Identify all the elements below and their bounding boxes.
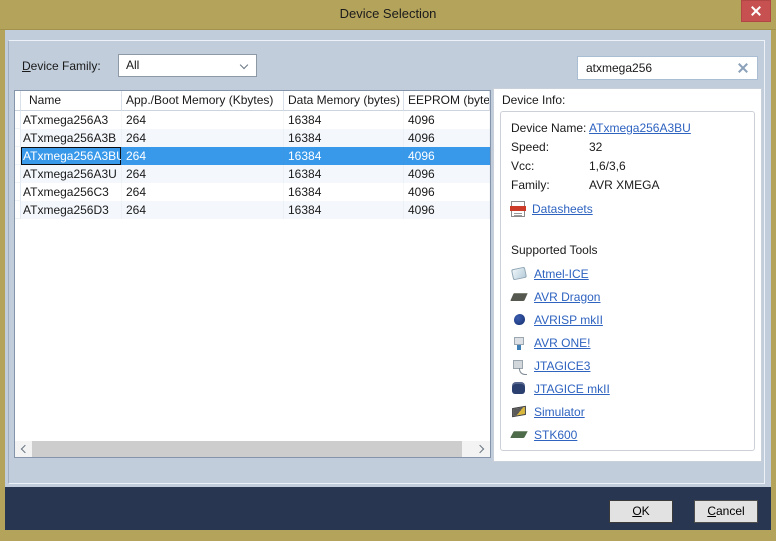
device-info-title: Device Info: bbox=[502, 93, 565, 107]
device-name-cell: ATxmega256A3B bbox=[21, 129, 122, 147]
jtagice3-link[interactable]: JTAGICE3 bbox=[534, 359, 590, 373]
device-name-cell: ATxmega256C3 bbox=[21, 183, 122, 201]
column-header-name[interactable]: Name bbox=[21, 91, 122, 111]
simulator-link[interactable]: Simulator bbox=[534, 405, 585, 419]
close-button[interactable] bbox=[741, 0, 771, 22]
device-table-header: Name App./Boot Memory (Kbytes) Data Memo… bbox=[15, 91, 490, 111]
avrisp-mkii-icon bbox=[511, 313, 528, 327]
tool-item: JTAGICE mkII bbox=[511, 380, 754, 397]
column-header-app-boot-memory[interactable]: App./Boot Memory (Kbytes) bbox=[122, 91, 284, 111]
clear-search-icon[interactable] bbox=[738, 63, 748, 73]
device-name-link[interactable]: ATxmega256A3BU bbox=[589, 120, 691, 139]
device-table: Name App./Boot Memory (Kbytes) Data Memo… bbox=[14, 90, 491, 458]
datasheets-row: Datasheets bbox=[511, 200, 754, 218]
supported-tools-list: Atmel-ICE AVR Dragon AVRISP mkII AVR ONE… bbox=[511, 265, 754, 443]
titlebar[interactable]: Device Selection bbox=[0, 0, 776, 30]
device-info-panel: Device Info: Device Name: ATxmega256A3BU… bbox=[493, 88, 762, 462]
avr-dragon-link[interactable]: AVR Dragon bbox=[534, 290, 600, 304]
table-row[interactable]: ATxmega256A3 264 16384 4096 bbox=[15, 111, 490, 129]
device-family-label: Device Family: bbox=[22, 59, 101, 73]
stk600-icon bbox=[511, 428, 528, 442]
atmel-ice-icon bbox=[511, 267, 528, 281]
table-row[interactable]: ATxmega256A3B 264 16384 4096 bbox=[15, 129, 490, 147]
footer-bar: OK Cancel bbox=[5, 487, 771, 530]
avr-dragon-icon bbox=[511, 290, 528, 304]
device-name-cell: ATxmega256A3 bbox=[21, 111, 122, 129]
datasheets-link[interactable]: Datasheets bbox=[532, 202, 593, 216]
device-search-box bbox=[577, 56, 758, 80]
jtagice-mkii-icon bbox=[511, 382, 528, 396]
ok-button[interactable]: OK bbox=[609, 500, 673, 523]
device-info-box: Device Name: ATxmega256A3BU Speed: 32 Vc… bbox=[500, 111, 755, 451]
tool-item: STK600 bbox=[511, 426, 754, 443]
jtagice-mkii-link[interactable]: JTAGICE mkII bbox=[534, 382, 610, 396]
tool-item: JTAGICE3 bbox=[511, 357, 754, 374]
device-name-cell: ATxmega256A3U bbox=[21, 165, 122, 183]
vcc-field: Vcc: 1,6/3,6 bbox=[511, 158, 754, 177]
table-row-selected[interactable]: ATxmega256A3BU 264 16384 4096 bbox=[15, 147, 490, 165]
atmel-ice-link[interactable]: Atmel-ICE bbox=[534, 267, 589, 281]
jtagice3-icon bbox=[511, 359, 528, 373]
close-icon bbox=[751, 6, 761, 16]
family-field: Family: AVR XMEGA bbox=[511, 177, 754, 196]
stk600-link[interactable]: STK600 bbox=[534, 428, 577, 442]
scroll-left-arrow-icon[interactable] bbox=[15, 441, 32, 457]
device-name-cell: ATxmega256A3BU bbox=[21, 147, 122, 165]
column-header-eeprom[interactable]: EEPROM (bytes) bbox=[404, 91, 490, 111]
tool-item: Atmel-ICE bbox=[511, 265, 754, 282]
cancel-button[interactable]: Cancel bbox=[694, 500, 758, 523]
avrisp-mkii-link[interactable]: AVRISP mkII bbox=[534, 313, 603, 327]
table-row[interactable]: ATxmega256C3 264 16384 4096 bbox=[15, 183, 490, 201]
chevron-down-icon bbox=[240, 61, 248, 69]
tool-item: Simulator bbox=[511, 403, 754, 420]
device-name-cell: ATxmega256D3 bbox=[21, 201, 122, 219]
avr-one-link[interactable]: AVR ONE! bbox=[534, 336, 590, 350]
tool-item: AVR ONE! bbox=[511, 334, 754, 351]
scroll-right-arrow-icon[interactable] bbox=[473, 441, 490, 457]
tool-item: AVRISP mkII bbox=[511, 311, 754, 328]
dialog-body: Device Family: All Name App./Boot Memory… bbox=[5, 30, 771, 530]
table-row[interactable]: ATxmega256D3 264 16384 4096 bbox=[15, 201, 490, 219]
avr-one-icon bbox=[511, 336, 528, 350]
horizontal-scrollbar[interactable] bbox=[15, 441, 490, 457]
scrollbar-thumb[interactable] bbox=[32, 441, 462, 457]
simulator-icon bbox=[511, 405, 528, 419]
pdf-icon bbox=[511, 201, 525, 217]
column-header-data-memory[interactable]: Data Memory (bytes) bbox=[284, 91, 404, 111]
tool-item: AVR Dragon bbox=[511, 288, 754, 305]
device-selection-dialog: Device Selection Device Family: All Name… bbox=[0, 0, 776, 541]
dialog-title: Device Selection bbox=[0, 0, 776, 28]
supported-tools-label: Supported Tools bbox=[511, 243, 754, 259]
device-search-input[interactable] bbox=[578, 57, 733, 79]
device-family-dropdown[interactable]: All bbox=[118, 54, 257, 77]
speed-field: Speed: 32 bbox=[511, 139, 754, 158]
table-row[interactable]: ATxmega256A3U 264 16384 4096 bbox=[15, 165, 490, 183]
device-family-selected-value: All bbox=[126, 55, 139, 76]
device-name-field: Device Name: ATxmega256A3BU bbox=[511, 120, 754, 139]
